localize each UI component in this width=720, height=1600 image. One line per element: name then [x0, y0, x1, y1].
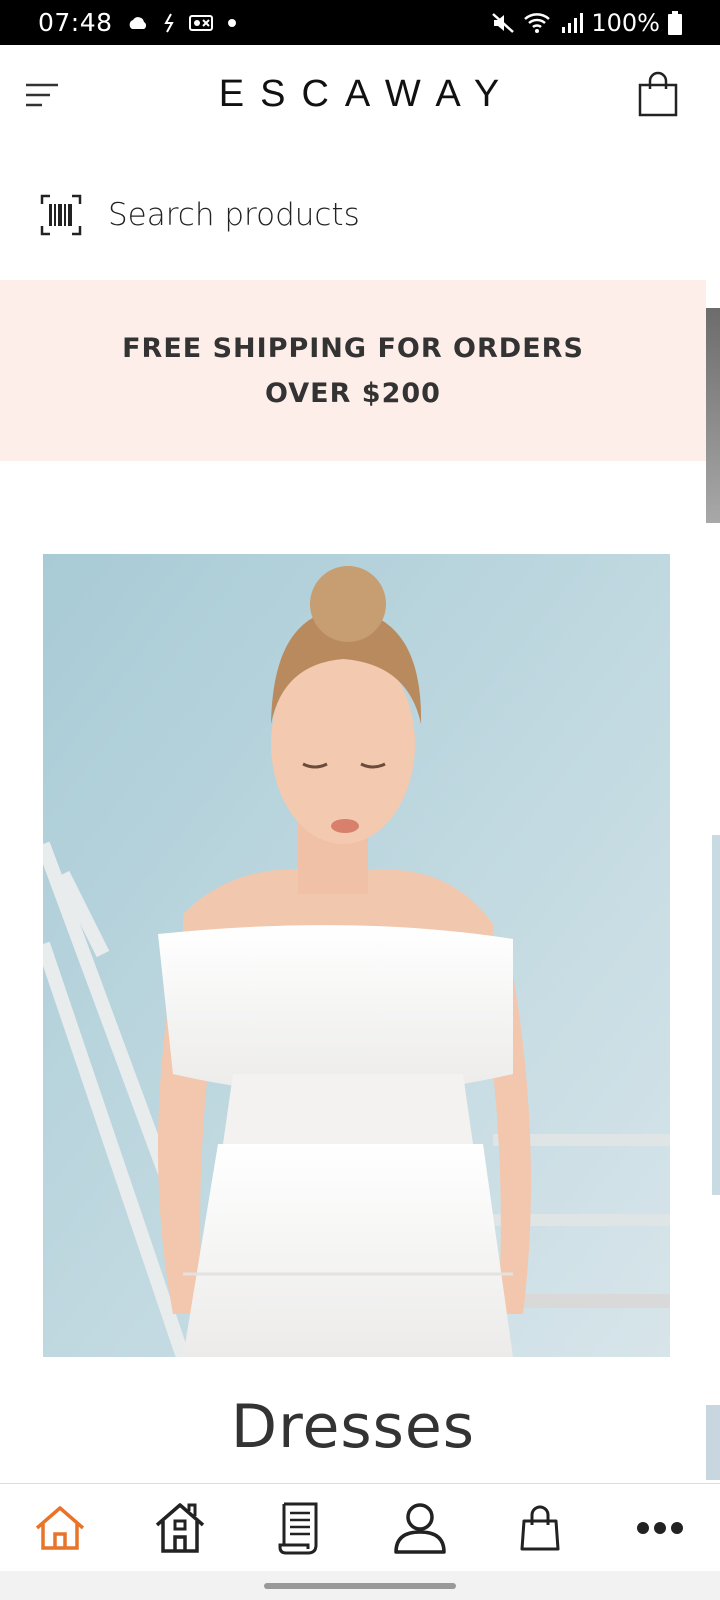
wifi-icon	[524, 12, 551, 33]
hero-image-dresses[interactable]	[43, 554, 670, 1357]
status-bar: 07:48 100%	[0, 0, 720, 45]
nav-account[interactable]	[385, 1493, 455, 1563]
account-icon	[394, 1502, 446, 1554]
category-title[interactable]: Dresses	[0, 1392, 706, 1462]
brand-logo[interactable]: ESCAWAY	[0, 73, 720, 116]
nav-cart[interactable]	[505, 1493, 575, 1563]
search-input[interactable]: Search products	[40, 180, 680, 250]
shopping-bag-icon[interactable]	[636, 71, 680, 117]
sync-icon	[163, 13, 174, 32]
search-placeholder: Search products	[108, 197, 360, 233]
signal-icon	[562, 12, 584, 33]
promo-line-1: FREE SHIPPING FOR ORDERS	[122, 332, 584, 364]
carousel-peek	[712, 835, 720, 1195]
hero-photo	[43, 554, 670, 1357]
dot-icon	[227, 18, 236, 27]
store-icon	[155, 1502, 205, 1553]
receipt-icon	[278, 1502, 318, 1554]
carousel-peek	[706, 308, 720, 523]
cloud-icon	[129, 16, 146, 29]
status-time: 07:48	[38, 8, 113, 37]
carousel-peek	[706, 1405, 720, 1480]
promo-banner: FREE SHIPPING FOR ORDERS OVER $200	[0, 280, 706, 461]
battery-icon	[668, 10, 682, 35]
bottom-nav	[0, 1483, 720, 1571]
promo-line-2: OVER $200	[265, 377, 441, 409]
barcode-scan-icon[interactable]	[40, 194, 82, 236]
bag-icon	[520, 1505, 560, 1550]
home-icon	[35, 1505, 85, 1550]
app-header: ESCAWAY	[0, 45, 720, 150]
nav-store[interactable]	[145, 1493, 215, 1563]
nav-home[interactable]	[25, 1493, 95, 1563]
nav-orders[interactable]	[265, 1493, 335, 1563]
nav-more[interactable]	[625, 1493, 695, 1563]
gesture-bar	[0, 1571, 720, 1600]
voicemail-icon	[188, 14, 213, 31]
home-gesture-handle[interactable]	[264, 1583, 456, 1589]
mute-icon	[492, 12, 515, 33]
battery-percent: 100%	[591, 8, 660, 37]
more-icon	[637, 1521, 683, 1534]
